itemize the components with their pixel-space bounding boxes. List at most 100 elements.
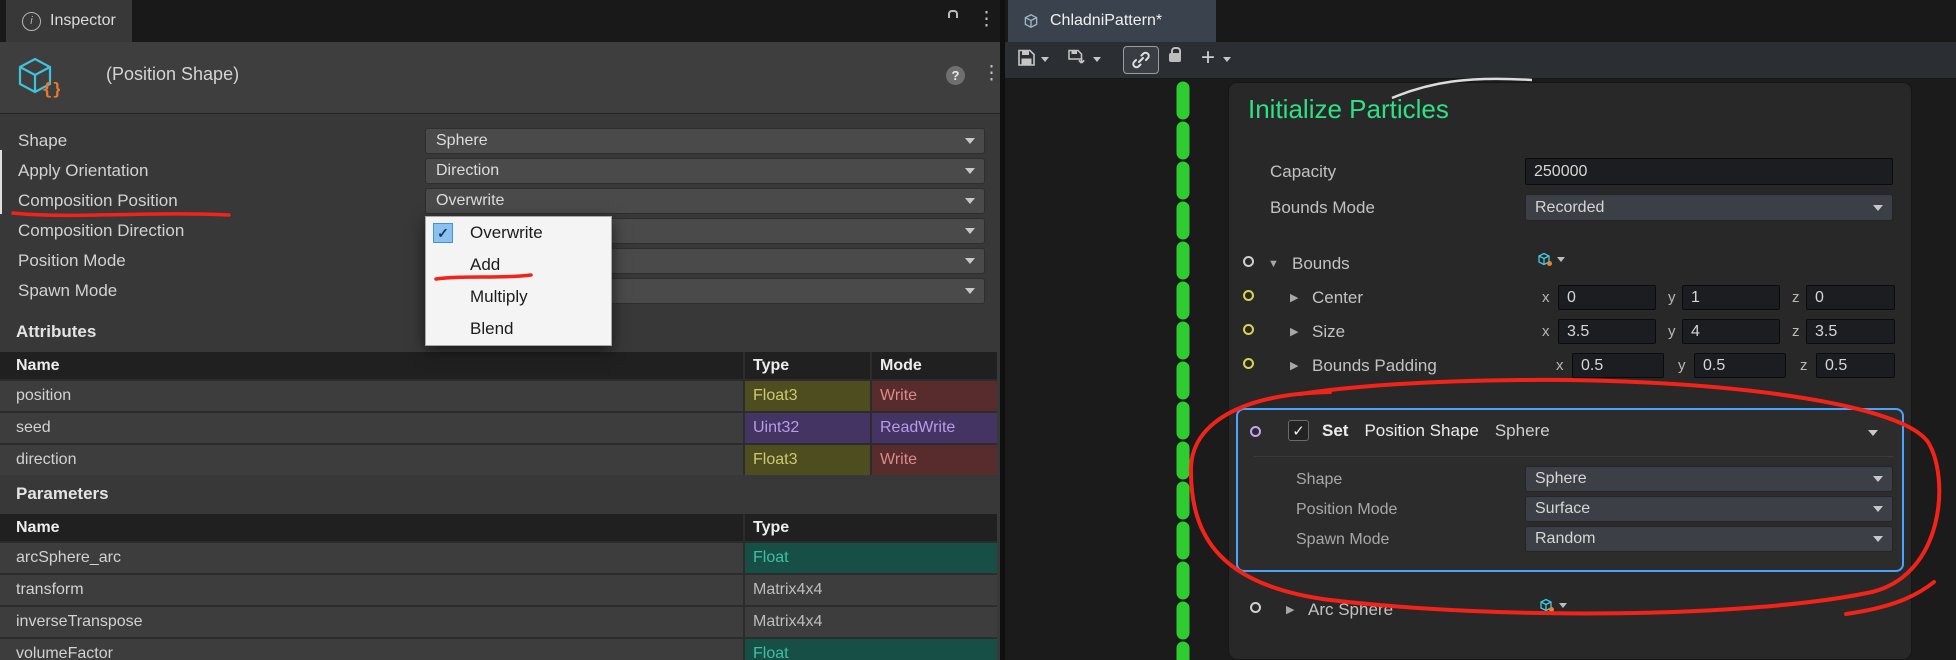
bounds-port[interactable] bbox=[1243, 256, 1254, 267]
prop-label-apply-orientation: Apply Orientation bbox=[18, 161, 149, 180]
attributes-header-row: Name Type Mode bbox=[0, 352, 997, 379]
attributes-section-label: Attributes bbox=[16, 322, 97, 341]
size-z-input[interactable]: 3.5 bbox=[1806, 319, 1895, 344]
col-header-name: Name bbox=[0, 514, 743, 541]
attr-name: seed bbox=[0, 413, 743, 443]
bounds-space-button[interactable] bbox=[1536, 251, 1565, 267]
menu-item-multiply[interactable]: Multiply bbox=[426, 281, 611, 313]
center-expander[interactable]: ▶ bbox=[1290, 291, 1298, 304]
inspector-header: {} (Position Shape) ? ⋮ bbox=[0, 42, 1001, 114]
bounds-padding-port[interactable] bbox=[1243, 358, 1254, 369]
param-name: transform bbox=[0, 575, 743, 605]
attr-type: Float3 bbox=[745, 445, 870, 475]
capacity-label: Capacity bbox=[1270, 162, 1337, 181]
lock-toggle-button[interactable] bbox=[1169, 47, 1181, 62]
size-x-input[interactable]: 3.5 bbox=[1558, 319, 1656, 344]
chevron-down-icon bbox=[1873, 476, 1883, 482]
param-type: Float bbox=[745, 639, 997, 660]
arc-sphere-space-button[interactable] bbox=[1538, 597, 1567, 613]
menu-item-blend[interactable]: Blend bbox=[426, 313, 611, 345]
apply-orientation-dropdown[interactable]: Direction bbox=[425, 158, 985, 184]
parameters-header-row: Name Type bbox=[0, 514, 997, 541]
help-icon[interactable]: ? bbox=[946, 66, 965, 85]
composition-position-dropdown[interactable]: Overwrite bbox=[425, 188, 985, 214]
arc-sphere-port[interactable] bbox=[1250, 602, 1261, 613]
set-shape-label: Shape bbox=[1296, 471, 1343, 488]
inspector-title: (Position Shape) bbox=[106, 64, 240, 84]
bounds-expander[interactable]: ▼ bbox=[1268, 258, 1279, 270]
bounds-padding-x-input[interactable]: 0.5 bbox=[1572, 353, 1664, 378]
attach-toggle-button[interactable] bbox=[1123, 46, 1159, 74]
add-button[interactable]: + bbox=[1201, 46, 1215, 70]
chevron-down-icon bbox=[1557, 256, 1565, 262]
parameters-section-label: Parameters bbox=[16, 484, 109, 503]
capacity-input[interactable]: 250000 bbox=[1525, 158, 1893, 185]
chevron-down-icon bbox=[1873, 204, 1883, 211]
axis-x-label: x bbox=[1542, 289, 1550, 306]
shape-dropdown[interactable]: Sphere bbox=[425, 128, 985, 154]
save-as-button[interactable] bbox=[1067, 48, 1086, 67]
bounds-label: Bounds bbox=[1292, 254, 1350, 273]
chevron-down-icon bbox=[965, 228, 975, 234]
parameters-table: Name Type arcSphere_arc Float transform … bbox=[0, 514, 997, 660]
set-block-enabled-checkbox[interactable]: ✓ bbox=[1288, 420, 1309, 441]
tab-chladnipattern[interactable]: ChladniPattern* bbox=[1008, 0, 1216, 42]
header-menu-icon[interactable]: ⋮ bbox=[982, 64, 1001, 83]
save-as-options-button[interactable] bbox=[1093, 57, 1101, 62]
axis-y-label: y bbox=[1678, 357, 1686, 374]
arc-sphere-label: Arc Sphere bbox=[1308, 600, 1394, 619]
graph-toolbar: + bbox=[1005, 42, 1956, 79]
param-type: Matrix4x4 bbox=[745, 607, 997, 637]
bounds-padding-z-input[interactable]: 0.5 bbox=[1816, 353, 1895, 378]
menu-item-overwrite[interactable]: ✓ Overwrite bbox=[426, 217, 611, 249]
size-expander[interactable]: ▶ bbox=[1290, 325, 1298, 338]
col-header-mode: Mode bbox=[872, 352, 997, 379]
attr-type: Float3 bbox=[745, 381, 870, 411]
menu-icon[interactable]: ⋮ bbox=[977, 10, 996, 29]
center-port[interactable] bbox=[1243, 290, 1254, 301]
param-name: volumeFactor bbox=[0, 639, 743, 660]
col-header-type: Type bbox=[745, 352, 870, 379]
save-options-button[interactable] bbox=[1041, 57, 1049, 62]
chevron-down-icon bbox=[965, 198, 975, 204]
arc-sphere-expander[interactable]: ▶ bbox=[1286, 603, 1294, 616]
table-row: direction Float3 Write bbox=[0, 445, 997, 475]
param-type: Matrix4x4 bbox=[745, 575, 997, 605]
check-icon: ✓ bbox=[433, 223, 453, 243]
table-row: seed Uint32 ReadWrite bbox=[0, 413, 997, 443]
center-z-input[interactable]: 0 bbox=[1806, 285, 1895, 310]
tab-inspector-label: Inspector bbox=[50, 12, 116, 29]
set-position-mode-label: Position Mode bbox=[1296, 501, 1398, 518]
chevron-down-icon bbox=[965, 138, 975, 144]
save-as-icon bbox=[1068, 49, 1085, 64]
panel-edge-highlight bbox=[0, 150, 2, 214]
vfx-graph-icon bbox=[1024, 14, 1038, 28]
chevron-down-icon bbox=[1093, 57, 1101, 62]
bounds-padding-y-input[interactable]: 0.5 bbox=[1694, 353, 1786, 378]
set-block-port[interactable] bbox=[1250, 426, 1261, 437]
menu-item-add[interactable]: Add bbox=[426, 249, 611, 281]
set-position-mode-dropdown[interactable]: Surface bbox=[1525, 496, 1893, 522]
composition-dropdown-menu: ✓ Overwrite Add Multiply Blend bbox=[425, 216, 612, 346]
bounds-padding-expander[interactable]: ▶ bbox=[1290, 359, 1298, 372]
set-name: Position Shape bbox=[1364, 421, 1479, 440]
center-label: Center bbox=[1312, 288, 1364, 307]
size-port[interactable] bbox=[1243, 324, 1254, 335]
cube-icon bbox=[1538, 252, 1552, 266]
set-shape-dropdown[interactable]: Sphere bbox=[1525, 466, 1893, 492]
tab-inspector[interactable]: i Inspector bbox=[6, 0, 132, 42]
axis-z-label: z bbox=[1792, 289, 1800, 306]
bounds-mode-dropdown[interactable]: Recorded bbox=[1525, 194, 1893, 221]
chevron-down-icon bbox=[965, 168, 975, 174]
center-y-input[interactable]: 1 bbox=[1682, 285, 1780, 310]
bounds-padding-label: Bounds Padding bbox=[1312, 356, 1437, 375]
set-spawn-mode-dropdown[interactable]: Random bbox=[1525, 526, 1893, 552]
table-row: arcSphere_arc Float bbox=[0, 543, 997, 573]
save-button[interactable] bbox=[1017, 48, 1036, 67]
attributes-table: Name Type Mode position Float3 Write see… bbox=[0, 352, 997, 475]
add-options-button[interactable] bbox=[1223, 57, 1231, 62]
size-y-input[interactable]: 4 bbox=[1682, 319, 1780, 344]
center-x-input[interactable]: 0 bbox=[1558, 285, 1656, 310]
set-block-collapse-chevron[interactable] bbox=[1868, 430, 1878, 436]
attr-name: position bbox=[0, 381, 743, 411]
